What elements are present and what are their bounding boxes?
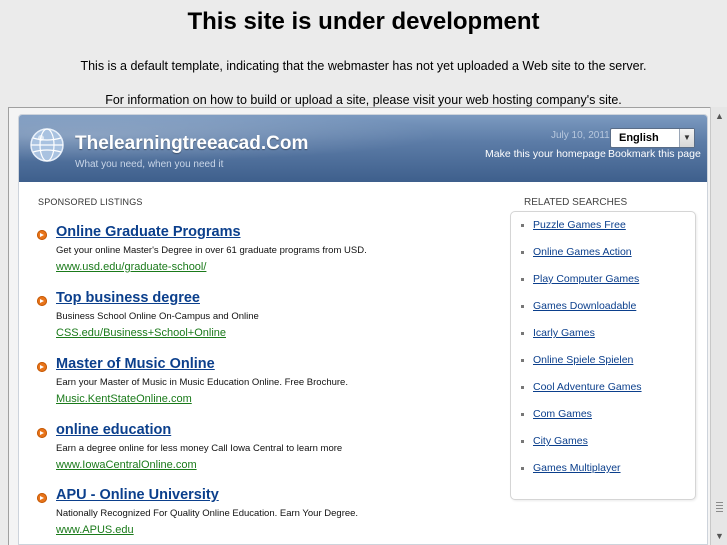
bullet-dot-icon	[521, 251, 524, 254]
related-search-link[interactable]: Games Multiplayer	[533, 462, 621, 474]
bullet-dot-icon	[521, 359, 524, 362]
listing-description: Earn a degree online for less money Call…	[56, 443, 343, 454]
date-text: July 10, 2011	[551, 130, 610, 141]
bookmark-link[interactable]: Bookmark this page	[608, 148, 701, 160]
globe-icon	[30, 128, 64, 162]
related-search-link[interactable]: City Games	[533, 435, 588, 447]
listing-description: Nationally Recognized For Quality Online…	[56, 508, 359, 519]
related-search-link[interactable]: Online Spiele Spielen	[533, 354, 633, 366]
site-tagline: What you need, when you need it	[75, 159, 224, 170]
vertical-scrollbar[interactable]: ▲ ▼	[710, 107, 727, 545]
site-header: Thelearningtreeacad.Com What you need, w…	[19, 115, 707, 182]
listing-url-link[interactable]: Music.KentStateOnline.com	[56, 393, 192, 405]
language-select[interactable]: English ▼	[610, 128, 695, 148]
language-value: English	[619, 132, 659, 144]
bullet-dot-icon	[521, 413, 524, 416]
listing-title-link[interactable]: APU - Online University	[56, 487, 219, 503]
arrow-bullet-icon	[37, 230, 47, 240]
related-search-link[interactable]: Icarly Games	[533, 327, 595, 339]
bullet-dot-icon	[521, 332, 524, 335]
listing-description: Get your online Master's Degree in over …	[56, 245, 367, 256]
listing-title-link[interactable]: online education	[56, 422, 171, 438]
sponsored-listings-label: SPONSORED LISTINGS	[38, 197, 143, 207]
scroll-up-arrow-icon[interactable]: ▲	[712, 109, 727, 124]
listing-url-link[interactable]: www.APUS.edu	[56, 524, 134, 536]
make-homepage-link[interactable]: Make this your homepage	[485, 148, 606, 160]
related-searches-panel: Puzzle Games Free Online Games Action Pl…	[510, 211, 696, 500]
notice-line-2: For information on how to build or uploa…	[105, 93, 622, 107]
site-name[interactable]: Thelearningtreeacad.Com	[75, 133, 308, 155]
bullet-dot-icon	[521, 386, 524, 389]
scroll-grip-icon[interactable]	[712, 490, 727, 524]
related-search-link[interactable]: Com Games	[533, 408, 592, 420]
listing-description: Earn your Master of Music in Music Educa…	[56, 377, 348, 388]
listing-url-link[interactable]: www.usd.edu/graduate-school/	[56, 261, 206, 273]
bullet-dot-icon	[521, 305, 524, 308]
arrow-bullet-icon	[37, 362, 47, 372]
arrow-bullet-icon	[37, 428, 47, 438]
page-title: This site is under development	[187, 8, 540, 35]
listing-url-link[interactable]: CSS.edu/Business+School+Online	[56, 327, 226, 339]
bullet-dot-icon	[521, 278, 524, 281]
listing-title-link[interactable]: Online Graduate Programs	[56, 224, 241, 240]
scroll-down-arrow-icon[interactable]: ▼	[712, 529, 727, 544]
related-search-link[interactable]: Play Computer Games	[533, 273, 639, 285]
listing-url-link[interactable]: www.IowaCentralOnline.com	[56, 459, 197, 471]
arrow-bullet-icon	[37, 296, 47, 306]
related-search-link[interactable]: Puzzle Games Free	[533, 219, 626, 231]
listing-description: Business School Online On-Campus and Onl…	[56, 311, 259, 322]
notice-line-1: This is a default template, indicating t…	[80, 59, 647, 73]
bullet-dot-icon	[521, 440, 524, 443]
related-search-link[interactable]: Cool Adventure Games	[533, 381, 642, 393]
related-searches-label: RELATED SEARCHES	[524, 197, 628, 208]
related-search-link[interactable]: Games Downloadable	[533, 300, 636, 312]
arrow-bullet-icon	[37, 493, 47, 503]
bullet-dot-icon	[521, 224, 524, 227]
related-search-link[interactable]: Online Games Action	[533, 246, 632, 258]
parked-page: Thelearningtreeacad.Com What you need, w…	[18, 114, 708, 545]
listing-title-link[interactable]: Top business degree	[56, 290, 200, 306]
chevron-down-icon[interactable]: ▼	[679, 129, 694, 147]
listing-title-link[interactable]: Master of Music Online	[56, 356, 215, 372]
bullet-dot-icon	[521, 467, 524, 470]
